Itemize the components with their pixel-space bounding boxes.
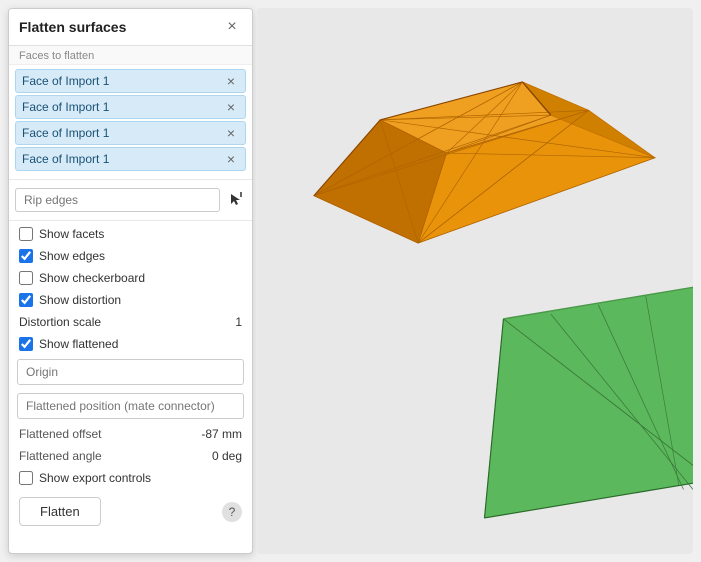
flattened-angle-row: Flattened angle 0 deg [9, 445, 252, 467]
origin-input[interactable] [17, 359, 244, 385]
show-distortion-checkbox[interactable] [19, 293, 33, 307]
flatten-surfaces-panel: Flatten surfaces × Faces to flatten Face… [8, 8, 253, 554]
flattened-angle-label: Flattened angle [19, 449, 102, 463]
face-list: Face of Import 1 × Face of Import 1 × Fa… [9, 65, 252, 177]
faces-section-label: Faces to flatten [9, 46, 252, 65]
face-item-2-remove[interactable]: × [223, 99, 239, 115]
show-flattened-row: Show flattened [9, 333, 252, 355]
rip-edges-cursor-icon[interactable] [224, 189, 246, 211]
flattened-angle-value: 0 deg [212, 449, 242, 463]
face-item-4-label: Face of Import 1 [22, 152, 109, 166]
face-item-3-label: Face of Import 1 [22, 126, 109, 140]
help-icon[interactable]: ? [222, 502, 242, 522]
flattened-offset-value: -87 mm [201, 427, 242, 441]
divider-1 [9, 179, 252, 180]
divider-2 [9, 220, 252, 221]
face-item-4[interactable]: Face of Import 1 × [15, 147, 246, 171]
show-checkerboard-row: Show checkerboard [9, 267, 252, 289]
close-button[interactable]: × [222, 17, 242, 37]
panel-header: Flatten surfaces × [9, 9, 252, 46]
show-edges-checkbox[interactable] [19, 249, 33, 263]
face-item-1-remove[interactable]: × [223, 73, 239, 89]
flattened-offset-row: Flattened offset -87 mm [9, 423, 252, 445]
distortion-scale-value: 1 [235, 315, 242, 329]
show-distortion-row: Show distortion [9, 289, 252, 311]
distortion-scale-label: Distortion scale [19, 315, 101, 329]
show-flattened-checkbox[interactable] [19, 337, 33, 351]
show-facets-row: Show facets [9, 223, 252, 245]
show-checkerboard-label[interactable]: Show checkerboard [39, 271, 145, 285]
panel-body: Faces to flatten Face of Import 1 × Face… [9, 46, 252, 553]
show-edges-label[interactable]: Show edges [39, 249, 105, 263]
face-item-1-label: Face of Import 1 [22, 74, 109, 88]
orange-mesh-shape [314, 82, 655, 243]
flattened-position-input[interactable] [17, 393, 244, 419]
face-item-2[interactable]: Face of Import 1 × [15, 95, 246, 119]
face-item-1[interactable]: Face of Import 1 × [15, 69, 246, 93]
distortion-scale-row: Distortion scale 1 [9, 311, 252, 333]
face-item-4-remove[interactable]: × [223, 151, 239, 167]
green-flat-shape [484, 281, 693, 518]
show-export-row: Show export controls [9, 467, 252, 489]
show-facets-label[interactable]: Show facets [39, 227, 104, 241]
face-item-3-remove[interactable]: × [223, 125, 239, 141]
show-export-label[interactable]: Show export controls [39, 471, 151, 485]
bottom-row: Flatten ? [9, 489, 252, 532]
rip-edges-input[interactable] [15, 188, 220, 212]
show-facets-checkbox[interactable] [19, 227, 33, 241]
3d-viewport[interactable] [257, 8, 693, 554]
flatten-button[interactable]: Flatten [19, 497, 101, 526]
panel-title: Flatten surfaces [19, 19, 126, 35]
show-export-checkbox[interactable] [19, 471, 33, 485]
face-item-3[interactable]: Face of Import 1 × [15, 121, 246, 145]
show-edges-row: Show edges [9, 245, 252, 267]
show-checkerboard-checkbox[interactable] [19, 271, 33, 285]
show-flattened-label[interactable]: Show flattened [39, 337, 118, 351]
rip-edges-row [9, 182, 252, 218]
face-item-2-label: Face of Import 1 [22, 100, 109, 114]
show-distortion-label[interactable]: Show distortion [39, 293, 121, 307]
flattened-offset-label: Flattened offset [19, 427, 102, 441]
